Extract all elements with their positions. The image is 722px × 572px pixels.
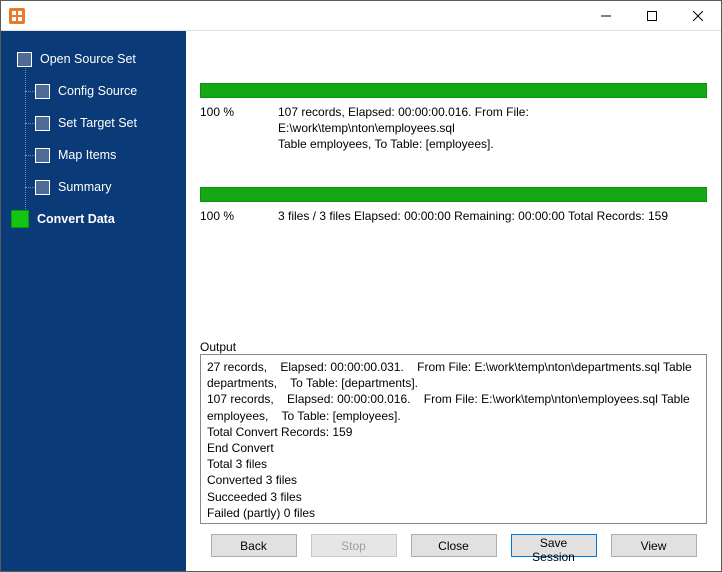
wizard-step-convert-data[interactable]: Convert Data xyxy=(5,203,180,235)
app-window: Open Source Set Config Source Set Target… xyxy=(0,0,722,572)
view-button[interactable]: View xyxy=(611,534,697,557)
step-label: Map Items xyxy=(58,148,116,162)
save-session-button[interactable]: Save Session xyxy=(511,534,597,557)
minimize-button[interactable] xyxy=(583,1,629,30)
step-label: Set Target Set xyxy=(58,116,137,130)
close-button[interactable] xyxy=(675,1,721,30)
file-progress-line: 107 records, Elapsed: 00:00:00.016. From… xyxy=(278,104,707,136)
main-panel: 100 % 107 records, Elapsed: 00:00:00.016… xyxy=(186,31,721,571)
step-icon xyxy=(35,84,50,99)
step-icon xyxy=(11,210,29,228)
file-progress-section: 100 % 107 records, Elapsed: 00:00:00.016… xyxy=(200,83,707,153)
step-icon xyxy=(35,148,50,163)
wizard-step-open-source[interactable]: Open Source Set xyxy=(5,43,180,75)
wizard-step-summary[interactable]: Summary xyxy=(5,171,180,203)
window-body: Open Source Set Config Source Set Target… xyxy=(1,31,721,571)
button-row: Back Stop Close Save Session View xyxy=(200,524,707,561)
file-progress-line: Table employees, To Table: [employees]. xyxy=(278,136,707,152)
step-icon xyxy=(35,116,50,131)
step-label: Summary xyxy=(58,180,111,194)
total-progress-section: 100 % 3 files / 3 files Elapsed: 00:00:0… xyxy=(200,187,707,224)
file-progress-percent: 100 % xyxy=(200,104,278,153)
output-log[interactable]: 27 records, Elapsed: 00:00:00.031. From … xyxy=(200,354,707,524)
wizard-step-config-source[interactable]: Config Source xyxy=(5,75,180,107)
app-icon xyxy=(9,8,25,24)
stop-button: Stop xyxy=(311,534,397,557)
step-icon xyxy=(35,180,50,195)
step-label: Open Source Set xyxy=(40,52,136,66)
step-label: Convert Data xyxy=(37,212,115,226)
total-progress-details: 3 files / 3 files Elapsed: 00:00:00 Rema… xyxy=(278,208,707,224)
close-wizard-button[interactable]: Close xyxy=(411,534,497,557)
file-progress-bar xyxy=(200,83,707,98)
titlebar xyxy=(1,1,721,31)
wizard-sidebar: Open Source Set Config Source Set Target… xyxy=(1,31,186,571)
file-progress-details: 107 records, Elapsed: 00:00:00.016. From… xyxy=(278,104,707,153)
total-progress-bar xyxy=(200,187,707,202)
step-icon xyxy=(17,52,32,67)
step-label: Config Source xyxy=(58,84,137,98)
maximize-button[interactable] xyxy=(629,1,675,30)
wizard-step-map-items[interactable]: Map Items xyxy=(5,139,180,171)
total-progress-percent: 100 % xyxy=(200,208,278,224)
output-label: Output xyxy=(200,322,707,354)
wizard-step-set-target[interactable]: Set Target Set xyxy=(5,107,180,139)
back-button[interactable]: Back xyxy=(211,534,297,557)
